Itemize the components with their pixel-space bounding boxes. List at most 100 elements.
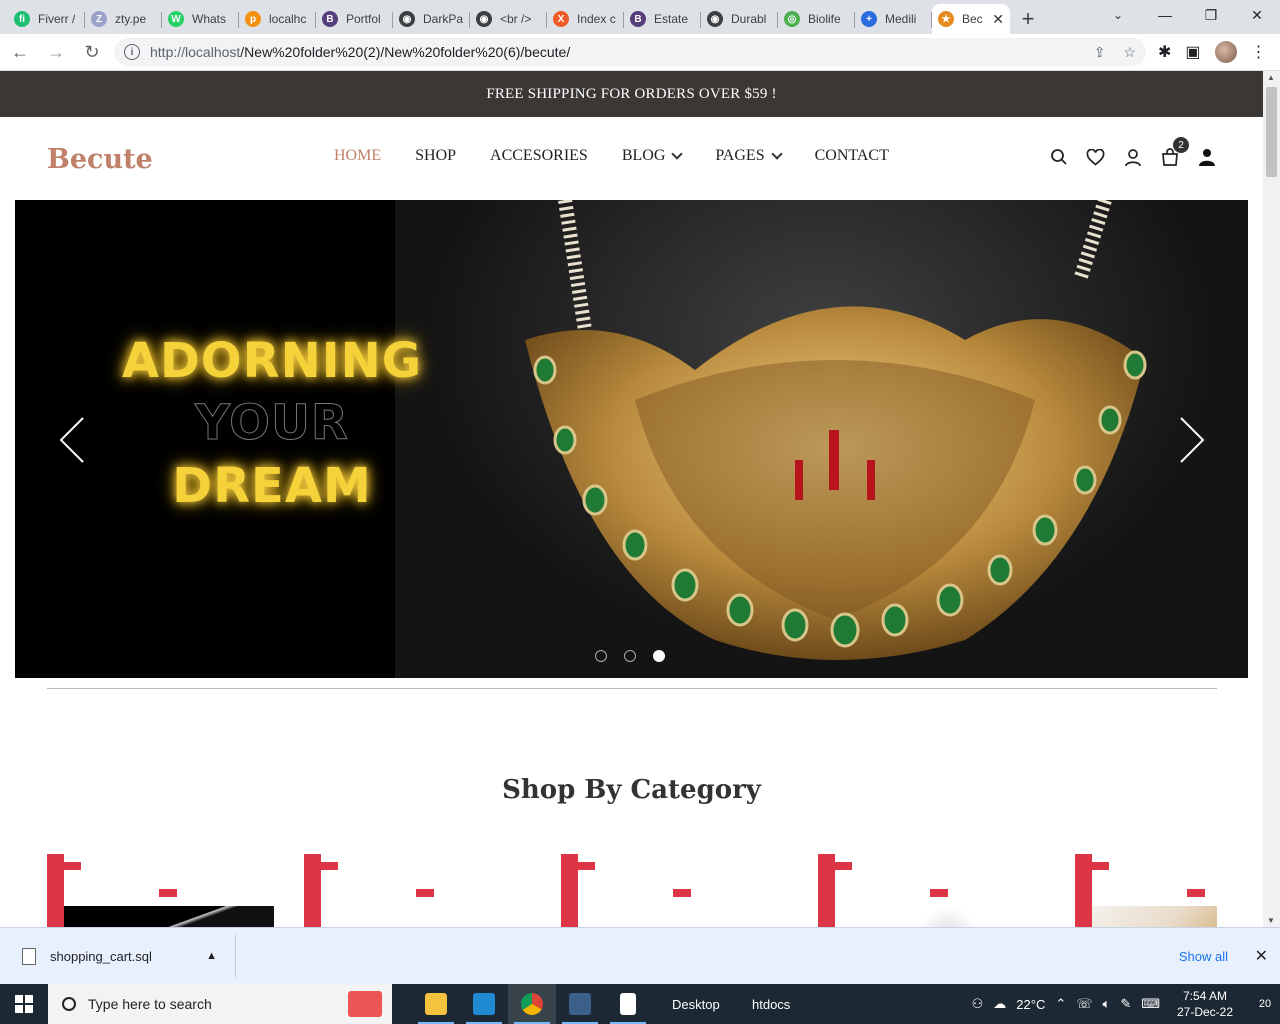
- forward-arrow-icon[interactable]: →: [40, 36, 72, 68]
- nav-blog[interactable]: BLOG: [622, 147, 684, 165]
- slider-dot[interactable]: [653, 650, 665, 662]
- category-card[interactable]: [304, 854, 532, 927]
- search-icon[interactable]: [1049, 147, 1068, 167]
- nav-contact[interactable]: CONTACT: [815, 147, 889, 165]
- notepad-app[interactable]: [604, 984, 652, 1024]
- site-logo[interactable]: Becute: [47, 144, 153, 175]
- address-bar[interactable]: i http://localhost/New%20folder%20(2)/Ne…: [114, 38, 1146, 66]
- browser-tab[interactable]: B Portfol: [316, 4, 393, 34]
- bookmark-star-icon[interactable]: ☆: [1123, 44, 1136, 61]
- nav-home[interactable]: HOME: [334, 147, 381, 165]
- chevron-up-icon[interactable]: ⌃: [1055, 996, 1066, 1012]
- share-icon[interactable]: ⇪: [1094, 44, 1106, 61]
- scroll-up-arrow-icon[interactable]: ▲: [1267, 73, 1275, 82]
- category-image[interactable]: [918, 906, 978, 927]
- notification-center[interactable]: 20: [1250, 984, 1280, 1024]
- file-explorer-app[interactable]: [412, 984, 460, 1024]
- category-card[interactable]: [1075, 854, 1263, 927]
- download-item[interactable]: shopping_cart.sql ▲: [0, 935, 236, 977]
- new-tab-button[interactable]: +: [1010, 4, 1046, 34]
- browser-tab[interactable]: X Index c: [547, 4, 624, 34]
- cart-count-badge: 2: [1173, 137, 1189, 153]
- nav-pages-label: PAGES: [715, 147, 765, 164]
- tab-search-chevron-icon[interactable]: ⌄: [1104, 4, 1132, 26]
- wishlist-heart-icon[interactable]: [1086, 147, 1105, 167]
- scroll-down-arrow-icon[interactable]: ▼: [1267, 916, 1275, 925]
- nav-accessories[interactable]: ACCESORIES: [490, 147, 588, 165]
- nav-shop[interactable]: SHOP: [415, 147, 456, 165]
- category-marker: [47, 854, 64, 927]
- user-solid-icon[interactable]: [1197, 147, 1216, 167]
- clock[interactable]: 7:54 AM 27-Dec-22: [1170, 988, 1240, 1020]
- extensions-puzzle-icon[interactable]: ✱: [1158, 42, 1171, 62]
- url-host: http://localhost: [150, 44, 241, 60]
- browser-tab[interactable]: Zzty.pe: [85, 4, 162, 34]
- start-button[interactable]: [0, 984, 48, 1024]
- chevron-up-icon[interactable]: ▲: [206, 950, 217, 962]
- browser-tab[interactable]: ◉ Durabl: [701, 4, 778, 34]
- browser-tab[interactable]: B Estate: [624, 4, 701, 34]
- windows-logo-icon: [15, 995, 33, 1013]
- browser-toolbar: ← → ↻ i http://localhost/New%20folder%20…: [0, 34, 1280, 71]
- slider-dot[interactable]: [595, 650, 607, 662]
- minimize-icon[interactable]: —: [1142, 0, 1188, 30]
- people-icon[interactable]: ⚇: [972, 996, 984, 1012]
- browser-tab[interactable]: p localhc: [239, 4, 316, 34]
- close-icon[interactable]: ✕: [1255, 946, 1268, 966]
- chrome-icon: [521, 993, 543, 1015]
- slider-prev-arrow-icon[interactable]: [57, 416, 87, 464]
- keyboard-icon[interactable]: ⌨: [1141, 996, 1160, 1012]
- site-info-icon[interactable]: i: [124, 44, 140, 60]
- account-outline-icon[interactable]: [1123, 147, 1142, 167]
- category-marker: [416, 889, 434, 897]
- pen-icon[interactable]: ✎: [1120, 996, 1131, 1012]
- favicon-icon: +: [861, 11, 877, 27]
- browser-tab[interactable]: W Whats: [162, 4, 239, 34]
- profile-avatar[interactable]: [1214, 41, 1237, 63]
- category-marker: [1092, 862, 1109, 870]
- vscode-app[interactable]: [460, 984, 508, 1024]
- browser-tab[interactable]: ◉ <br />: [470, 4, 547, 34]
- page-scrollbar[interactable]: ▲ ▼: [1263, 71, 1280, 927]
- side-panel-icon[interactable]: ▣: [1185, 42, 1200, 62]
- category-card[interactable]: [47, 854, 275, 927]
- slider-dot[interactable]: [624, 650, 636, 662]
- browser-tab-active[interactable]: ★ Bec ✕: [932, 4, 1010, 34]
- close-tab-icon[interactable]: ✕: [992, 11, 1004, 28]
- taskbar-toolbar-desktop[interactable]: Desktop: [672, 997, 752, 1012]
- reload-icon[interactable]: ↻: [76, 36, 108, 68]
- category-card[interactable]: [818, 854, 1046, 927]
- taskbar-apps: [412, 984, 652, 1024]
- category-marker: [304, 854, 321, 927]
- restore-icon[interactable]: ❐: [1188, 0, 1234, 30]
- category-marker: [159, 889, 177, 897]
- cart-bag-icon[interactable]: 2: [1160, 137, 1189, 167]
- category-image[interactable]: [64, 906, 274, 927]
- show-all-downloads-link[interactable]: Show all: [1179, 949, 1228, 964]
- browser-menu-icon[interactable]: ⋮: [1251, 42, 1267, 62]
- tab-label: Estate: [654, 12, 689, 26]
- tab-label: Durabl: [731, 12, 767, 26]
- chrome-app[interactable]: [508, 984, 556, 1024]
- network-icon[interactable]: ☏: [1076, 996, 1092, 1012]
- volume-icon[interactable]: 🔈︎: [1103, 996, 1111, 1012]
- tab-label: Biolife: [808, 12, 841, 26]
- weather-cloud-icon[interactable]: ☁: [993, 996, 1006, 1012]
- browser-tab[interactable]: ◎ Biolife: [778, 4, 855, 34]
- taskbar-search-box[interactable]: Type here to search: [48, 984, 392, 1024]
- scrollbar-thumb[interactable]: [1266, 87, 1277, 177]
- close-window-icon[interactable]: ✕: [1234, 0, 1280, 30]
- url-text[interactable]: http://localhost/New%20folder%20(2)/New%…: [150, 44, 570, 60]
- favicon-icon: fi: [14, 11, 30, 27]
- back-arrow-icon[interactable]: ←: [4, 36, 36, 68]
- mysql-app[interactable]: [556, 984, 604, 1024]
- browser-tab[interactable]: ◉ DarkPa: [393, 4, 470, 34]
- slider-next-arrow-icon[interactable]: [1177, 416, 1207, 464]
- taskbar-toolbar-htdocs[interactable]: htdocs: [752, 997, 832, 1012]
- browser-tab[interactable]: fi Fiverr /: [8, 4, 85, 34]
- nav-pages[interactable]: PAGES: [715, 147, 783, 165]
- category-image[interactable]: [1092, 906, 1217, 927]
- browser-tab[interactable]: + Medili: [855, 4, 932, 34]
- category-card[interactable]: [561, 854, 789, 927]
- temperature-text[interactable]: 22°C: [1016, 997, 1045, 1012]
